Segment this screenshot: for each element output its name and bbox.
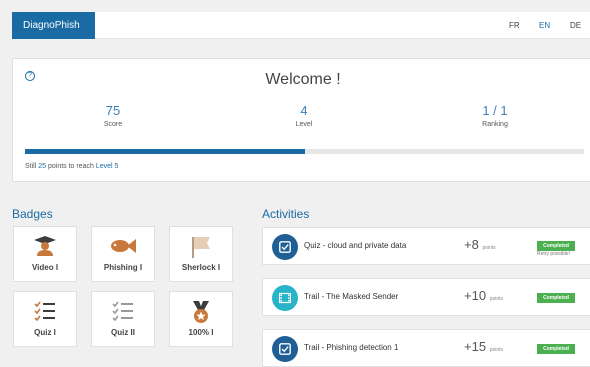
stat-level: 4 Level <box>244 103 364 128</box>
page-title: Welcome ! <box>265 71 341 88</box>
checkbox-icon <box>279 343 291 355</box>
activity-icon <box>272 285 298 311</box>
status-badge: Completed <box>537 241 575 251</box>
ranking-value: 1 / 1 <box>482 103 508 118</box>
lang-fr[interactable]: FR <box>509 12 520 39</box>
status-badge: Completed <box>537 293 575 303</box>
retry-note: Retry possible! <box>537 251 571 257</box>
activity-name[interactable]: Quiz - cloud and private data <box>304 241 406 250</box>
badge-label: 100% I <box>188 328 214 337</box>
activity-points: +10 points <box>464 288 504 303</box>
progress-note: Still 25 points to reach Level 5 <box>25 163 118 170</box>
flag-icon <box>192 237 210 258</box>
checkbox-icon <box>279 241 291 253</box>
progress-note-points: 25 <box>38 163 47 170</box>
level-label: Level <box>295 121 313 128</box>
brand-logo[interactable]: DiagnoPhish <box>12 12 95 39</box>
ranking-label: Ranking <box>482 121 508 128</box>
progress-note-prefix: Still <box>25 163 37 170</box>
checklist-gray-icon <box>112 301 133 321</box>
badge-label: Phishing I <box>103 263 143 272</box>
welcome-card: ? Welcome ! 75 Score 4 Level 1 / 1 Ranki… <box>12 58 590 182</box>
badge-phishing-i[interactable]: Phishing I <box>91 226 155 282</box>
score-label: Score <box>103 121 123 128</box>
activity-name[interactable]: Trail - Phishing detection 1 <box>304 343 398 352</box>
activity-name[interactable]: Trail - The Masked Sender <box>304 292 398 301</box>
activity-icon <box>272 336 298 362</box>
film-icon <box>279 292 291 304</box>
status-badge: Completed <box>537 344 575 354</box>
score-value: 75 <box>105 103 121 118</box>
activities-heading: Activities <box>262 207 310 221</box>
activity-item[interactable]: Trail - The Masked Sender +10 points Com… <box>262 278 590 316</box>
stat-ranking: 1 / 1 Ranking <box>435 103 555 128</box>
fish-icon <box>111 239 136 253</box>
graduate-icon <box>34 236 56 256</box>
badge-100-i[interactable]: 100% I <box>169 291 233 347</box>
level-value: 4 <box>300 103 308 118</box>
level-progress-fill <box>25 149 305 154</box>
badge-label: Video I <box>31 263 59 272</box>
badge-sherlock-i[interactable]: Sherlock I <box>169 226 233 282</box>
badge-label: Quiz II <box>111 328 135 337</box>
activity-points: +8 points <box>464 237 496 252</box>
activity-icon <box>272 234 298 260</box>
progress-note-target: Level 5 <box>95 163 119 170</box>
badge-video-i[interactable]: Video I <box>13 226 77 282</box>
lang-en[interactable]: EN <box>539 12 550 39</box>
activity-item[interactable]: Trail - Phishing detection 1 +15 points … <box>262 329 590 367</box>
badge-label: Quiz I <box>34 328 56 337</box>
top-bar: DiagnoPhish FR EN DE <box>12 12 590 39</box>
level-progress-bar <box>25 149 584 154</box>
progress-note-middle: points to reach <box>47 163 94 170</box>
badge-quiz-ii[interactable]: Quiz II <box>91 291 155 347</box>
help-icon[interactable]: ? <box>25 71 35 81</box>
badge-label: Sherlock I <box>181 263 221 272</box>
lang-de[interactable]: DE <box>570 12 581 39</box>
badge-quiz-i[interactable]: Quiz I <box>13 291 77 347</box>
medal-icon <box>193 301 209 323</box>
stat-score: 75 Score <box>53 103 173 128</box>
checklist-icon <box>34 301 55 321</box>
activity-item[interactable]: Quiz - cloud and private data +8 points … <box>262 227 590 265</box>
badges-heading: Badges <box>12 207 53 221</box>
activity-points: +15 points <box>464 339 504 354</box>
